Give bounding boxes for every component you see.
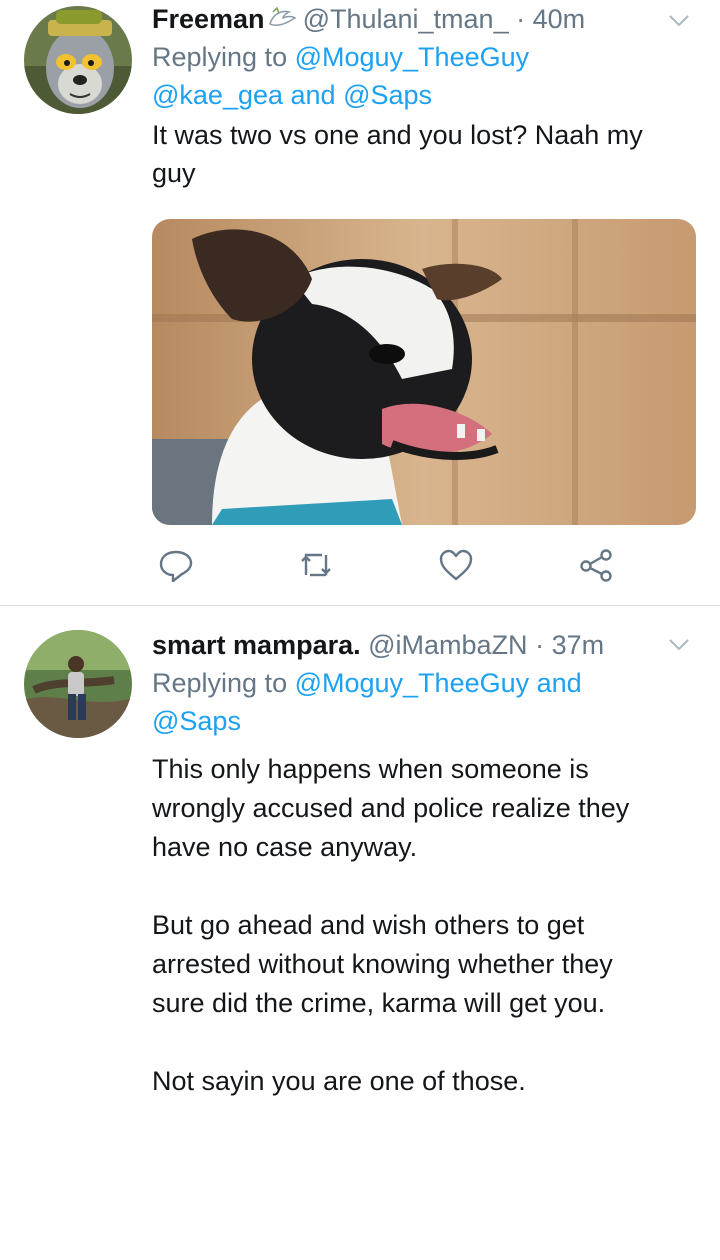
tweet-2[interactable]: smart mampara. @iMambaZN · 37m Replying …: [0, 606, 720, 1112]
share-icon[interactable]: [576, 545, 616, 585]
person-outdoors-avatar-icon: [24, 630, 132, 738]
chevron-down-icon[interactable]: [666, 1234, 692, 1260]
like-icon[interactable]: [436, 545, 476, 585]
tweet-text: This only happens when someone is wrongl…: [152, 754, 630, 1096]
timestamp[interactable]: 40m: [533, 4, 586, 34]
display-name[interactable]: Freeman: [152, 4, 265, 34]
mention-link[interactable]: @Saps: [152, 706, 241, 736]
replying-prefix: Replying to: [152, 668, 295, 698]
timestamp[interactable]: 37m: [552, 630, 605, 660]
replying-to: Replying to @Moguy_TheeGuy and: [152, 664, 696, 702]
replying-to: Replying to @Moguy_TheeGuy: [152, 38, 696, 76]
separator-dot: ·: [516, 4, 526, 34]
chevron-down-icon[interactable]: [666, 632, 692, 658]
tweet-text: It was two vs one and you lost? Naah my …: [152, 120, 643, 188]
dog-photo-icon: [152, 219, 696, 525]
chevron-down-icon[interactable]: [666, 8, 692, 34]
dove-icon: [267, 2, 297, 26]
tweet-media[interactable]: [152, 219, 696, 525]
replying-prefix: Replying to: [152, 42, 295, 72]
mention-link[interactable]: @Saps: [343, 80, 432, 110]
mention-and: and: [283, 80, 344, 110]
mention-link[interactable]: @kae_gea: [152, 80, 283, 110]
mention-link[interactable]: @Moguy_TheeGuy: [295, 42, 530, 72]
retweet-icon[interactable]: [296, 545, 336, 585]
avatar[interactable]: [24, 630, 132, 738]
tweet-header: smart mampara. @iMambaZN · 37m: [152, 626, 696, 664]
handle[interactable]: @Thulani_tman_: [303, 4, 509, 34]
display-name[interactable]: smart mampara.: [152, 630, 361, 660]
avatar[interactable]: [24, 6, 132, 114]
replying-to-cont: @kae_gea and @Saps: [152, 76, 696, 114]
tweet-header: Freeman @Thulani_tman_ · 40m: [152, 0, 696, 38]
separator-dot: ·: [535, 630, 545, 660]
tweet-actions: [152, 545, 632, 585]
lemur-cartoon-avatar-icon: [24, 6, 132, 114]
handle[interactable]: @iMambaZN: [368, 630, 527, 660]
reply-icon[interactable]: [156, 545, 196, 585]
replying-to-cont: @Saps: [152, 702, 696, 740]
mention-link[interactable]: @Moguy_TheeGuy and: [295, 668, 582, 698]
tweet-1[interactable]: Freeman @Thulani_tman_ · 40m Replying to …: [0, 0, 720, 606]
